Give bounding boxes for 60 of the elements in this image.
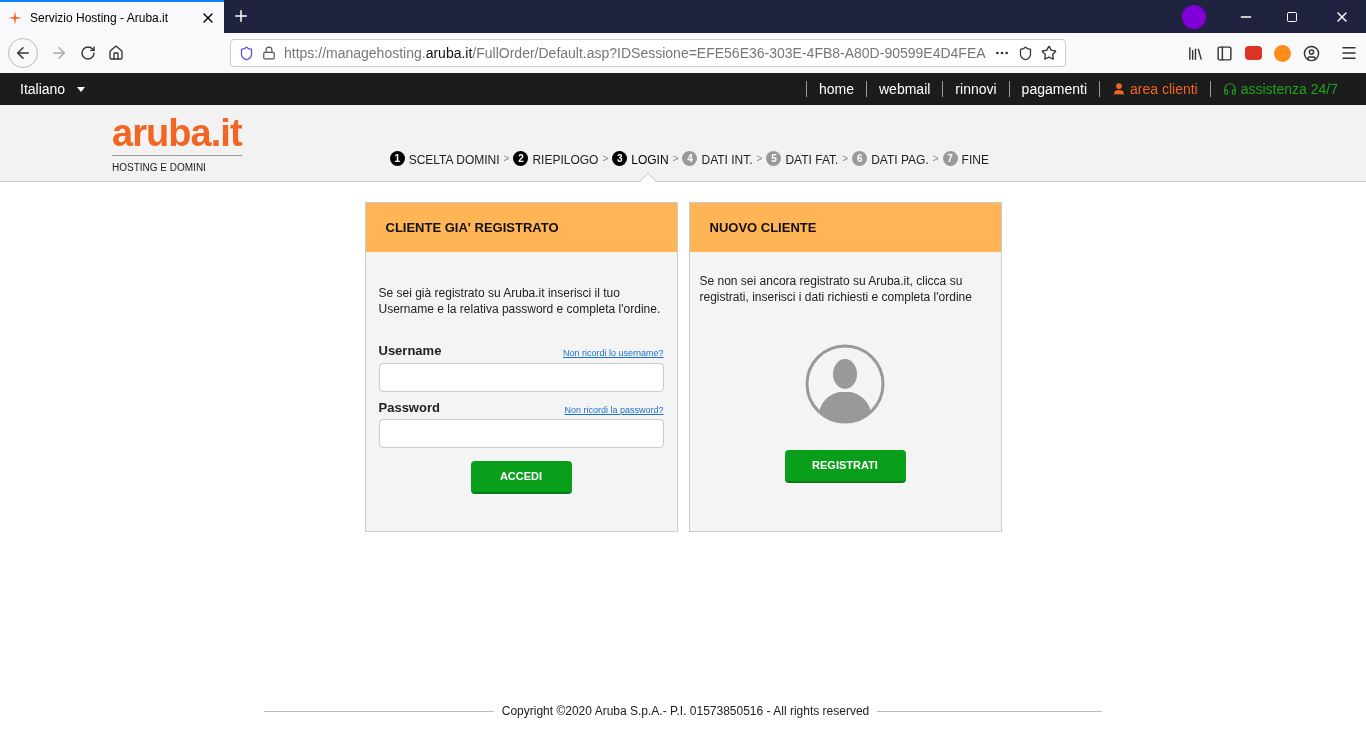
nav-link[interactable]: area clienti — [1112, 78, 1198, 100]
step-label: FINE — [961, 152, 989, 169]
restore-icon[interactable] — [1286, 11, 1298, 23]
language-select[interactable]: Italiano — [20, 78, 86, 100]
avatar-icon — [805, 344, 885, 424]
nav-link[interactable]: home — [818, 78, 854, 100]
step-separator: > — [672, 152, 679, 166]
recovery-link[interactable]: Non ricordi lo username? — [562, 347, 664, 361]
register-button[interactable]: REGISTRATI — [784, 450, 906, 483]
step-label: DATI PAG. — [871, 152, 929, 169]
menu-icon[interactable] — [1340, 44, 1358, 62]
home-icon[interactable] — [108, 45, 124, 61]
step-number: 3 — [612, 151, 628, 166]
nav-link[interactable]: assistenza 24/7 — [1222, 78, 1338, 100]
step-separator: > — [602, 152, 609, 166]
user-icon — [1112, 82, 1126, 96]
step-separator: > — [842, 152, 849, 166]
step-label: RIEPILOGO — [532, 152, 599, 169]
new-tab-icon[interactable] — [232, 7, 250, 25]
step-label: LOGIN — [631, 152, 669, 169]
input-field[interactable] — [378, 419, 664, 448]
step-number: 1 — [389, 151, 405, 166]
copyright-text: Copyright ©2020 Aruba S.p.A.- P.I. 01573850516 - All rights reserved — [501, 703, 870, 720]
nav-link[interactable]: webmail — [879, 78, 931, 100]
account-icon[interactable] — [1303, 44, 1320, 62]
field-label: Username — [378, 342, 442, 360]
panel-title: NUOVO CLIENTE — [709, 218, 817, 237]
tab-title: Servizio Hosting - Aruba.it — [30, 9, 170, 27]
shield-icon — [239, 45, 254, 61]
panel-description: Se non sei ancora registrato su Aruba.it, clicca su registrati, inserisci i dati richiesti e completa l'ordine — [698, 273, 973, 305]
address-bar[interactable]: https://managehosting.aruba.it/FullOrder/Default.asp?IDSessione=EFE56E36-303E-4FB8-A80D-90599E4D4FEA — [230, 39, 1066, 67]
url-text: https://managehosting.aruba.it/FullOrder/Default.asp?IDSessione=EFE56E36-303E-4FB8-A80D-90599E4D4FEA — [284, 43, 986, 63]
step-number: 4 — [682, 151, 698, 166]
step-number: 5 — [766, 151, 782, 166]
recovery-link[interactable]: Non ricordi la password? — [564, 403, 664, 417]
step-separator: > — [756, 152, 763, 166]
login-button[interactable]: ACCEDI — [470, 461, 572, 494]
step-number: 6 — [852, 151, 868, 166]
step-label: DATI FAT. — [785, 152, 839, 169]
step-label: SCELTA DOMINI — [408, 152, 500, 169]
star-icon[interactable] — [1041, 45, 1057, 61]
tagline: HOSTING E DOMINI — [112, 155, 242, 175]
step-label: DATI INT. — [701, 152, 753, 169]
headset-icon — [1222, 82, 1237, 96]
step-number: 7 — [942, 151, 958, 166]
step-separator: > — [503, 152, 510, 166]
step-separator: > — [932, 152, 939, 166]
panel-title: CLIENTE GIA' REGISTRATO — [385, 218, 559, 237]
back-icon — [14, 44, 32, 62]
reload-icon[interactable] — [80, 45, 96, 61]
nav-link[interactable]: rinnovi — [955, 78, 997, 100]
nav-link[interactable]: pagamenti — [1021, 78, 1087, 100]
step-number: 2 — [513, 151, 529, 166]
input-field[interactable] — [378, 362, 664, 392]
sidebar-icon[interactable] — [1216, 44, 1233, 62]
panel-description: Se sei già registrato su Aruba.it inserisci il tuo Username e la relativa password e completa l'ordine. — [377, 285, 662, 317]
lock-icon — [262, 46, 276, 60]
browser-tab[interactable]: Servizio Hosting - Aruba.it — [0, 0, 224, 33]
field-label: Password — [378, 398, 440, 417]
library-icon[interactable] — [1187, 44, 1204, 62]
